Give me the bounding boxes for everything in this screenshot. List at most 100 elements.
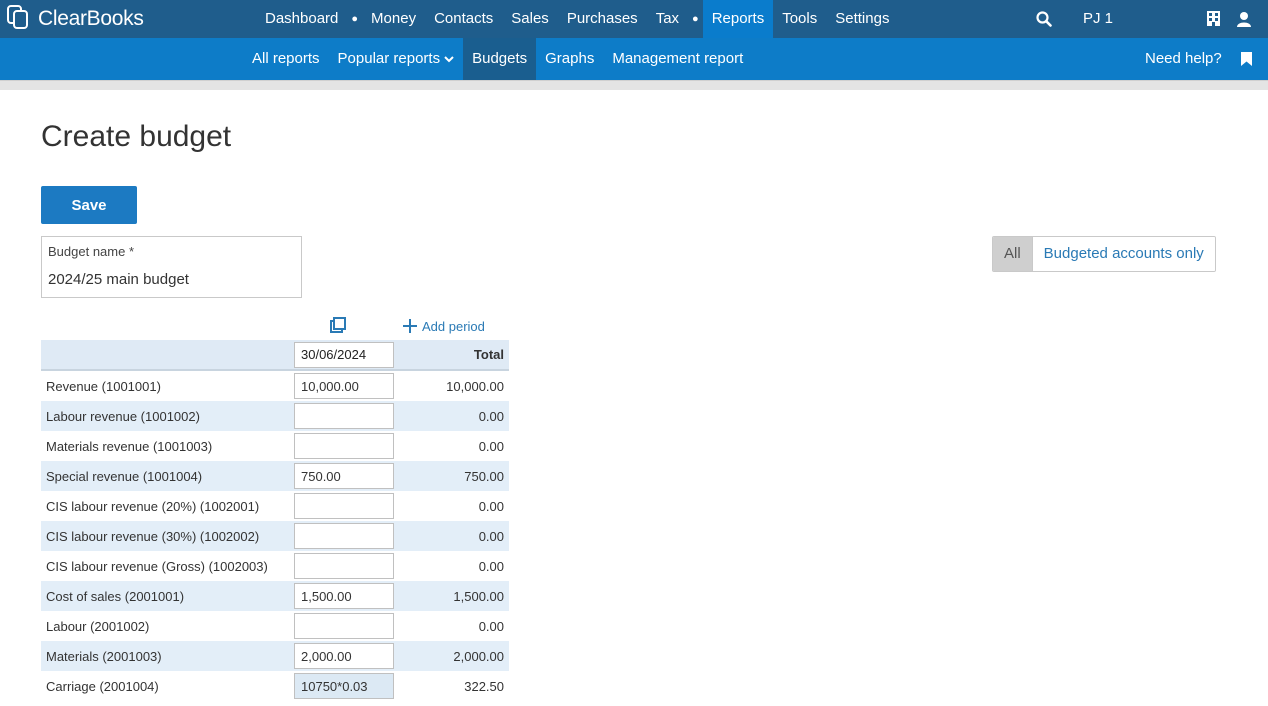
budget-amount-input[interactable] — [294, 673, 394, 699]
account-column-header — [41, 340, 294, 371]
row-total: 0.00 — [478, 498, 504, 514]
account-name: CIS labour revenue (20%) (1002001) — [46, 498, 260, 514]
budget-table: Total Revenue (1001001) 10,000.00 Labour r… — [41, 340, 509, 701]
period-column-header — [294, 340, 400, 371]
top-navbar: ClearBooks Dashboard ● Money Contacts Sa… — [0, 0, 1268, 38]
user-menu[interactable]: PJ 1 — [1083, 0, 1113, 38]
reports-subnav: All reports Popular reports Budgets Grap… — [243, 38, 752, 80]
save-button[interactable]: Save — [41, 186, 137, 224]
table-row: Special revenue (1001004) 750.00 — [41, 461, 509, 491]
row-total: 1,500.00 — [400, 581, 509, 611]
budget-amount-input[interactable] — [294, 403, 394, 429]
nav-tools[interactable]: Tools — [773, 0, 826, 38]
account-name: Labour (2001002) — [46, 618, 150, 634]
account-name: Labour revenue (1001002) — [41, 401, 294, 431]
account-name: Materials revenue (1001003) — [46, 438, 213, 454]
add-period-button[interactable]: Add period — [403, 317, 485, 335]
copy-icon[interactable] — [330, 317, 346, 333]
budget-amount-input[interactable] — [294, 523, 394, 549]
account-name: Cost of sales (2001001) — [41, 581, 294, 611]
budget-name-field[interactable]: Budget name * 2024/25 main budget — [41, 236, 302, 298]
row-total: 0.00 — [478, 558, 504, 574]
budget-amount-input[interactable] — [294, 613, 394, 639]
budget-amount-input[interactable] — [294, 493, 394, 519]
nav-settings[interactable]: Settings — [826, 0, 898, 38]
account-name: Special revenue (1001004) — [41, 461, 294, 491]
building-icon[interactable] — [1207, 11, 1220, 26]
row-total: 2,000.00 — [400, 641, 509, 671]
row-total: 0.00 — [400, 401, 509, 431]
row-total: 750.00 — [400, 461, 509, 491]
account-name: Materials (2001003) — [41, 641, 294, 671]
subnav-all-reports[interactable]: All reports — [243, 38, 329, 80]
nav-separator-dot: ● — [351, 13, 359, 25]
row-total: 0.00 — [478, 438, 504, 454]
row-total: 322.50 — [464, 678, 504, 694]
search-icon[interactable] — [1036, 11, 1052, 27]
budget-amount-input[interactable] — [294, 583, 394, 609]
table-row: CIS labour revenue (20%) (1002001) 0.00 — [41, 491, 509, 521]
main-nav: Dashboard ● Money Contacts Sales Purchas… — [256, 0, 898, 38]
chevron-down-icon — [444, 56, 454, 63]
account-name: CIS labour revenue (Gross) (1002003) — [46, 558, 268, 574]
row-total: 0.00 — [478, 618, 504, 634]
filter-budgeted-only-option[interactable]: Budgeted accounts only — [1031, 237, 1215, 271]
user-icon[interactable] — [1236, 11, 1252, 27]
budget-amount-cell — [294, 671, 400, 701]
clearbooks-logo[interactable]: ClearBooks — [6, 4, 144, 34]
subnav-graphs[interactable]: Graphs — [536, 38, 603, 80]
subnav-budgets[interactable]: Budgets — [463, 38, 537, 80]
account-name: Carriage (2001004) — [46, 678, 159, 694]
table-row: Labour (2001002) 0.00 — [41, 611, 509, 641]
period-date-input[interactable] — [294, 341, 394, 368]
nav-purchases[interactable]: Purchases — [558, 0, 647, 38]
budget-amount-input[interactable] — [294, 463, 394, 489]
table-row: Carriage (2001004) 322.50 — [41, 671, 509, 701]
table-row: Materials (2001003) 2,000.00 — [41, 641, 509, 671]
budget-amount-cell — [294, 491, 400, 521]
nav-money[interactable]: Money — [362, 0, 425, 38]
table-row: Labour revenue (1001002) 0.00 — [41, 401, 509, 431]
nav-contacts[interactable]: Contacts — [425, 0, 502, 38]
bookmark-icon[interactable] — [1241, 52, 1252, 66]
plus-icon — [403, 319, 417, 333]
table-row: CIS labour revenue (Gross) (1002003) 0.00 — [41, 551, 509, 581]
budget-amount-cell — [294, 641, 400, 671]
header-divider — [0, 80, 1268, 90]
budget-amount-input[interactable] — [294, 643, 394, 669]
budget-amount-cell — [294, 461, 400, 491]
budget-amount-cell — [294, 611, 400, 641]
table-row: Revenue (1001001) 10,000.00 — [41, 370, 509, 401]
nav-reports[interactable]: Reports — [702, 0, 774, 38]
row-total: 0.00 — [400, 521, 509, 551]
total-column-header: Total — [400, 340, 509, 371]
nav-tax[interactable]: Tax — [647, 0, 688, 38]
logo-text: ClearBooks — [38, 7, 144, 30]
budget-amount-input[interactable] — [294, 433, 394, 459]
budget-amount-cell — [294, 401, 400, 431]
table-header-row: Total — [41, 340, 509, 371]
budget-amount-cell — [294, 370, 400, 401]
budget-amount-cell — [294, 431, 400, 461]
page-title: Create budget — [41, 120, 232, 153]
nav-dashboard[interactable]: Dashboard — [256, 0, 347, 38]
table-row: CIS labour revenue (30%) (1002002) 0.00 — [41, 521, 509, 551]
budget-amount-cell — [294, 551, 400, 581]
budget-amount-cell — [294, 521, 400, 551]
budget-amount-input[interactable] — [294, 553, 394, 579]
table-row: Cost of sales (2001001) 1,500.00 — [41, 581, 509, 611]
logo-icon — [6, 4, 36, 34]
account-name: CIS labour revenue (30%) (1002002) — [41, 521, 294, 551]
budget-amount-input[interactable] — [294, 373, 394, 399]
account-filter-toggle: All Budgeted accounts only — [992, 236, 1216, 272]
subnav-management-report[interactable]: Management report — [603, 38, 752, 80]
need-help-link[interactable]: Need help? — [1145, 38, 1222, 80]
nav-separator-dot: ● — [692, 13, 699, 25]
nav-sales[interactable]: Sales — [502, 0, 558, 38]
budget-name-label: Budget name * — [48, 244, 135, 259]
budget-name-input[interactable]: 2024/25 main budget — [48, 271, 189, 288]
subnav-popular-reports[interactable]: Popular reports — [329, 38, 464, 80]
table-row: Materials revenue (1001003) 0.00 — [41, 431, 509, 461]
account-name: Revenue (1001001) — [46, 378, 161, 394]
filter-all-option[interactable]: All — [993, 237, 1032, 271]
